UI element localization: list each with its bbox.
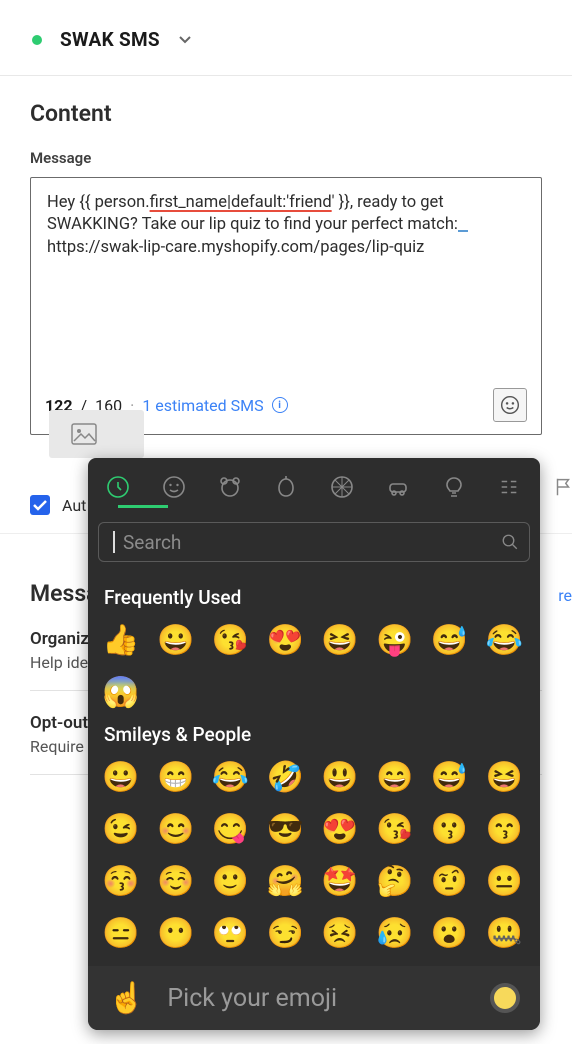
footer-text: Pick your emoji: [167, 984, 468, 1013]
emoji-cell[interactable]: ☺️: [157, 862, 195, 900]
auto-shorten-label: Aut: [62, 496, 86, 515]
emoji-cell[interactable]: 😂: [212, 758, 250, 796]
emoji-cell[interactable]: 🤔: [376, 862, 414, 900]
emoji-tab-smileys[interactable]: [162, 474, 186, 500]
message-url: https://swak-lip-care.myshopify.com/page…: [47, 238, 424, 257]
emoji-tab-objects[interactable]: [442, 474, 466, 500]
emoji-cell[interactable]: 🤐: [485, 914, 523, 952]
emoji-cell[interactable]: 😗: [431, 810, 469, 848]
emoji-cell[interactable]: 😍: [266, 621, 304, 659]
emoji-tab-flags[interactable]: [552, 474, 572, 500]
emoji-cell[interactable]: 😣: [321, 914, 359, 952]
smileys-title: Smileys & People: [104, 723, 526, 746]
emoji-cell[interactable]: 😙: [485, 810, 523, 848]
emoji-cell[interactable]: 😘: [212, 621, 250, 659]
message-label: Message: [30, 149, 542, 167]
emoji-tab-food[interactable]: [274, 474, 298, 500]
emoji-cell[interactable]: 😄: [376, 758, 414, 796]
emoji-cell[interactable]: 😁: [157, 758, 195, 796]
message-token: first_name|default:'friend: [150, 193, 332, 212]
emoji-cell[interactable]: 😊: [157, 810, 195, 848]
message-text[interactable]: Hey {{ person.first_name|default:'friend…: [31, 178, 541, 378]
emoji-cell[interactable]: 😑: [102, 914, 140, 952]
emoji-cell[interactable]: 😆: [321, 621, 359, 659]
emoji-cell[interactable]: 😏: [266, 914, 304, 952]
info-icon[interactable]: i: [272, 397, 288, 413]
emoji-picker-button[interactable]: [493, 388, 527, 422]
page-title: SWAK SMS: [60, 28, 160, 51]
search-cursor: [113, 531, 115, 553]
emoji-cell[interactable]: 🤨: [431, 862, 469, 900]
frequently-used-title: Frequently Used: [104, 586, 526, 609]
more-link[interactable]: re: [558, 586, 572, 605]
message-editor[interactable]: Hey {{ person.first_name|default:'friend…: [30, 177, 542, 435]
dropdown-caret-icon[interactable]: [178, 35, 192, 45]
content-section-title: Content: [30, 100, 542, 127]
emoji-picker: Search Frequently Used 👍 😀 😘 😍 😆 😜 😅 😂 😱 Smileys…: [88, 458, 540, 1030]
emoji-cell[interactable]: 😮: [431, 914, 469, 952]
search-placeholder: Search: [123, 531, 493, 554]
emoji-cell[interactable]: 😆: [485, 758, 523, 796]
text-cursor: [458, 230, 468, 232]
emoji-cell[interactable]: 😀: [102, 758, 140, 796]
emoji-cell[interactable]: 😥: [376, 914, 414, 952]
emoji-cell[interactable]: 😀: [157, 621, 195, 659]
emoji-cell[interactable]: 😃: [321, 758, 359, 796]
image-upload-button[interactable]: [49, 410, 144, 458]
emoji-cell[interactable]: 😅: [431, 621, 469, 659]
emoji-tab-activity[interactable]: [330, 474, 354, 500]
emoji-cell[interactable]: 🤗: [266, 862, 304, 900]
skin-tone-selector[interactable]: [490, 983, 520, 1013]
emoji-cell[interactable]: 😘: [376, 810, 414, 848]
emoji-cell[interactable]: 😜: [376, 621, 414, 659]
emoji-tab-animals[interactable]: [218, 474, 242, 500]
emoji-cell[interactable]: 😅: [431, 758, 469, 796]
status-dot: [32, 35, 42, 45]
emoji-cell[interactable]: 👍: [102, 621, 140, 659]
emoji-cell[interactable]: 🙄: [212, 914, 250, 952]
emoji-cell[interactable]: 😱: [102, 673, 140, 711]
emoji-tab-symbols[interactable]: [498, 474, 520, 500]
emoji-cell[interactable]: 😋: [212, 810, 250, 848]
emoji-cell[interactable]: 😚: [102, 862, 140, 900]
search-icon: [501, 533, 519, 551]
message-prefix: Hey {{ person.: [47, 193, 150, 212]
emoji-tab-travel[interactable]: [386, 474, 410, 500]
emoji-cell[interactable]: 🤩: [321, 862, 359, 900]
footer-preview-emoji: ☝️: [108, 981, 145, 1016]
emoji-cell[interactable]: 😉: [102, 810, 140, 848]
emoji-cell[interactable]: 😎: [266, 810, 304, 848]
sms-estimate[interactable]: 1 estimated SMS: [142, 396, 263, 415]
emoji-cell[interactable]: 😂: [485, 621, 523, 659]
emoji-cell[interactable]: 🙂: [212, 862, 250, 900]
emoji-cell[interactable]: 😶: [157, 914, 195, 952]
emoji-cell[interactable]: 🤣: [266, 758, 304, 796]
emoji-tab-recent[interactable]: [106, 474, 130, 500]
emoji-search-input[interactable]: Search: [98, 522, 530, 562]
emoji-cell[interactable]: 😐: [485, 862, 523, 900]
tab-underline: [118, 505, 168, 508]
emoji-cell[interactable]: 😍: [321, 810, 359, 848]
auto-shorten-checkbox[interactable]: [30, 495, 50, 515]
